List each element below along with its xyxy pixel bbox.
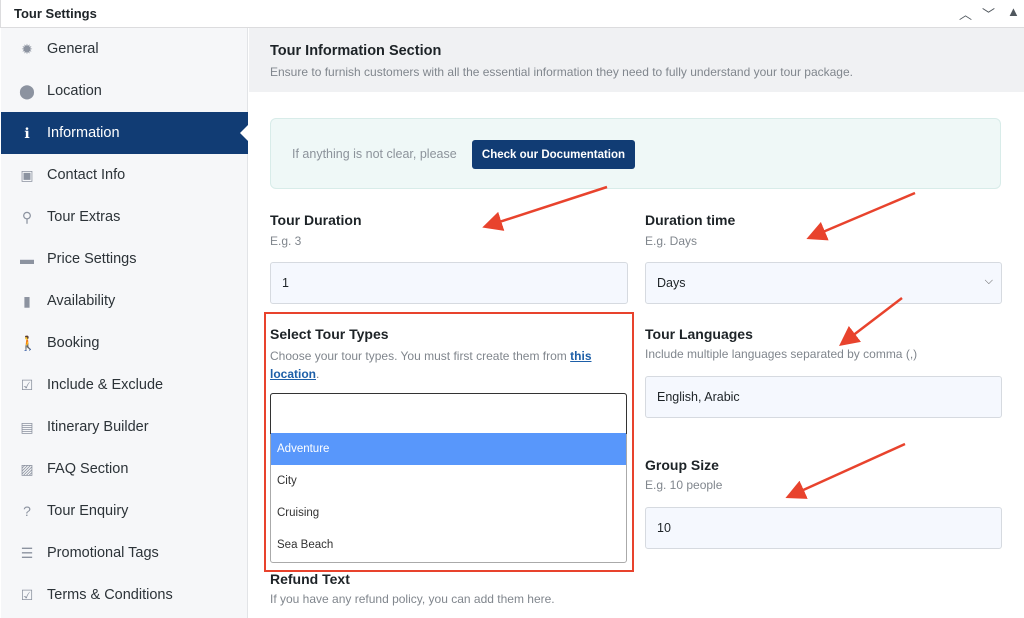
sidebar-item-tour-enquiry[interactable]: ? Tour Enquiry: [1, 490, 248, 532]
group-size-label: Group Size: [645, 457, 719, 473]
clipboard-list-icon: ▤: [20, 418, 34, 435]
documentation-button[interactable]: Check our Documentation: [472, 140, 635, 169]
section-header: Tour Information Section Ensure to furni…: [249, 28, 1024, 92]
group-size-hint: E.g. 10 people: [645, 478, 723, 492]
tour-languages-label: Tour Languages: [645, 326, 753, 342]
dropdown-option[interactable]: Adventure: [271, 433, 626, 465]
dropdown-option[interactable]: Sea Beach: [271, 529, 626, 561]
duration-time-select[interactable]: Days ⌵: [645, 262, 1002, 304]
tour-types-label: Select Tour Types: [270, 326, 389, 342]
sidebar-item-label: Tour Enquiry: [47, 503, 129, 519]
dropdown-option[interactable]: Cruising: [271, 497, 626, 529]
checkbox-icon: ☑: [20, 586, 34, 603]
sidebar-item-price-settings[interactable]: ▬ Price Settings: [1, 238, 248, 280]
sidebar-item-label: General: [47, 41, 99, 57]
tour-languages-input[interactable]: English, Arabic: [645, 376, 1002, 418]
sidebar-item-label: Include & Exclude: [47, 377, 164, 393]
notice-text: If anything is not clear, please: [292, 147, 457, 161]
refund-text-label: Refund Text: [270, 571, 350, 587]
sidebar-item-promotional-tags[interactable]: ☰ Promotional Tags: [1, 532, 248, 574]
duration-time-label: Duration time: [645, 212, 736, 228]
walking-icon: 🚶: [19, 334, 37, 351]
sidebar-item-label: Booking: [47, 335, 100, 351]
toggle-panel-icon[interactable]: ▲: [1007, 4, 1020, 19]
sidebar-item-general[interactable]: ✹ General: [1, 28, 248, 70]
sidebar-item-information[interactable]: ℹ Information: [1, 112, 248, 154]
map-pin-icon: ⬤: [19, 82, 35, 99]
refund-text-hint: If you have any refund policy, you can a…: [270, 592, 555, 606]
sidebar-item-label: Promotional Tags: [47, 545, 159, 561]
list-icon: ☰: [20, 544, 34, 561]
sidebar-item-label: Tour Extras: [47, 209, 121, 225]
tour-duration-label: Tour Duration: [270, 212, 362, 228]
section-description: Ensure to furnish customers with all the…: [270, 65, 853, 79]
sidebar-item-include-exclude[interactable]: ☑ Include & Exclude: [1, 364, 248, 406]
chevron-down-icon: ⌵: [984, 275, 993, 287]
section-title: Tour Information Section: [270, 43, 442, 59]
check-square-icon: ☑: [20, 376, 34, 393]
tour-duration-hint: E.g. 3: [270, 234, 302, 248]
annotation-arrow: [785, 442, 906, 499]
sidebar-item-label: Availability: [47, 293, 116, 309]
sidebar-item-tour-extras[interactable]: ⚲ Tour Extras: [1, 196, 248, 238]
group-size-input[interactable]: 10: [645, 507, 1002, 549]
annotation-arrow: [839, 297, 903, 347]
panel-header: Tour Settings ︿ ﹀ ▲: [0, 0, 1024, 28]
sidebar-item-faq-section[interactable]: ▨ FAQ Section: [1, 448, 248, 490]
contact-card-icon: ▣: [20, 166, 34, 183]
sidebar-item-label: Contact Info: [47, 167, 126, 183]
duration-time-hint: E.g. Days: [645, 234, 698, 248]
sidebar-item-label: Location: [47, 83, 102, 99]
annotation-arrow: [482, 185, 608, 231]
sidebar-item-label: Information: [47, 125, 120, 141]
dropdown-option[interactable]: City: [271, 465, 626, 497]
sidebar-item-availability[interactable]: ▮ Availability: [1, 280, 248, 322]
annotation-arrow: [806, 191, 916, 241]
duration-time-value: Days: [657, 276, 686, 290]
sidebar-item-label: Price Settings: [47, 251, 137, 267]
tour-types-multiselect[interactable]: Adventure City Cruising Sea Beach: [270, 393, 627, 563]
sidebar-item-label: Terms & Conditions: [47, 587, 173, 603]
credit-card-icon: ▬: [20, 251, 34, 267]
sidebar-item-contact-info[interactable]: ▣ Contact Info: [1, 154, 248, 196]
tour-duration-input[interactable]: 1: [270, 262, 628, 304]
tour-types-hint: Choose your tour types. You must first c…: [270, 347, 620, 383]
sidebar-item-location[interactable]: ⬤ Location: [1, 70, 248, 112]
sidebar-item-booking[interactable]: 🚶 Booking: [1, 322, 248, 364]
question-circle-icon: ?: [23, 503, 31, 519]
tour-types-hint-text: Choose your tour types. You must first c…: [270, 349, 567, 363]
faq-icon: ▨: [20, 460, 34, 477]
hint-period: .: [316, 367, 320, 381]
gear-icon: ✹: [21, 40, 33, 57]
chevron-down-icon[interactable]: ﹀: [982, 4, 995, 23]
panel-title: Tour Settings: [14, 6, 97, 21]
tour-languages-hint: Include multiple languages separated by …: [645, 347, 918, 361]
sidebar-item-terms-conditions[interactable]: ☑ Terms & Conditions: [1, 574, 248, 616]
sidebar-item-label: FAQ Section: [47, 461, 129, 477]
settings-sidebar: ✹ General ⬤ Location ℹ Information ▣ Contact In…: [1, 28, 248, 618]
tour-types-search-input[interactable]: [270, 393, 627, 434]
sidebar-item-label: Itinerary Builder: [47, 419, 149, 435]
documentation-notice: If anything is not clear, please Check o…: [270, 118, 1001, 189]
clipboard-icon: ▮: [23, 292, 31, 309]
chevron-up-icon[interactable]: ︿: [959, 4, 972, 23]
info-icon: ℹ: [24, 124, 30, 141]
route-icon: ⚲: [21, 208, 33, 225]
sidebar-item-itinerary-builder[interactable]: ▤ Itinerary Builder: [1, 406, 248, 448]
